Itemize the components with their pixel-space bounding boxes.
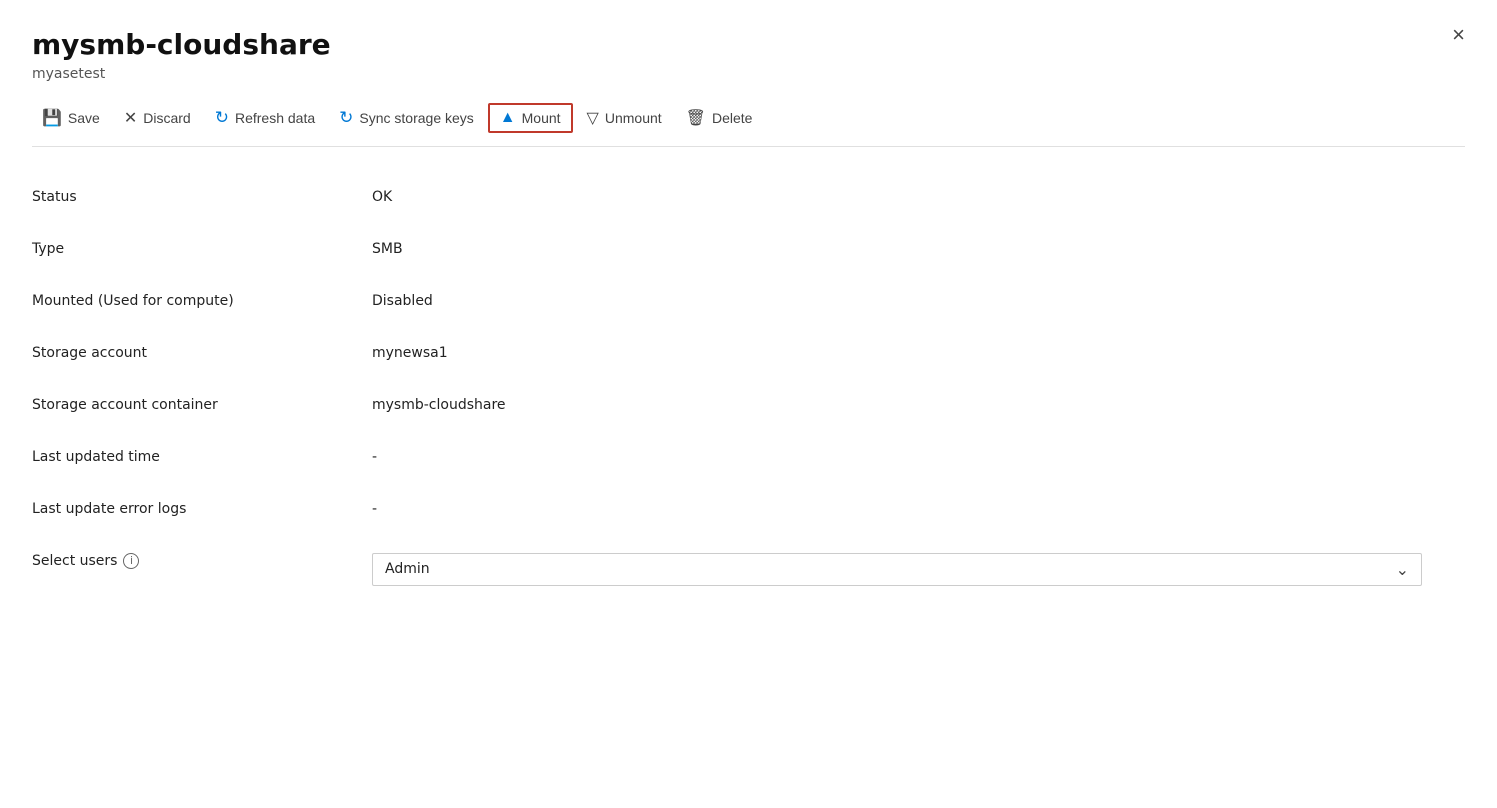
field-label-status: Status — [32, 189, 372, 205]
field-row-container: Storage account container mysmb-cloudsha… — [32, 379, 1465, 431]
discard-icon: ✕ — [124, 108, 137, 128]
field-row-mounted: Mounted (Used for compute) Disabled — [32, 275, 1465, 327]
unmount-icon: ▽ — [587, 108, 599, 128]
field-label-mounted: Mounted (Used for compute) — [32, 293, 372, 309]
field-value-mounted: Disabled — [372, 293, 1465, 309]
detail-panel: × mysmb-cloudshare myasetest 💾 Save ✕ Di… — [0, 0, 1497, 808]
field-value-last-updated: - — [372, 449, 1465, 465]
panel-subtitle: myasetest — [32, 66, 1465, 82]
unmount-button[interactable]: ▽ Unmount — [577, 102, 672, 134]
panel-title: mysmb-cloudshare — [32, 28, 1465, 62]
field-label-last-updated: Last updated time — [32, 449, 372, 465]
unmount-label: Unmount — [605, 110, 662, 126]
field-value-container: mysmb-cloudshare — [372, 397, 1465, 413]
sync-label: Sync storage keys — [359, 110, 473, 126]
field-row-last-updated: Last updated time - — [32, 431, 1465, 483]
field-label-container: Storage account container — [32, 397, 372, 413]
mount-label: Mount — [522, 110, 561, 126]
sync-storage-button[interactable]: ↻ Sync storage keys — [329, 102, 484, 134]
toolbar: 💾 Save ✕ Discard ↻ Refresh data ↻ Sync s… — [32, 102, 1465, 147]
discard-button[interactable]: ✕ Discard — [114, 102, 201, 134]
select-users-value: Admin — [385, 561, 430, 577]
field-label-type: Type — [32, 241, 372, 257]
field-label-error-logs: Last update error logs — [32, 501, 372, 517]
save-icon: 💾 — [42, 108, 62, 128]
field-row-status: Status OK — [32, 171, 1465, 223]
select-users-dropdown[interactable]: Admin ⌄ — [372, 553, 1422, 586]
select-users-container: Admin ⌄ — [372, 553, 1465, 586]
mount-icon: ▲ — [500, 109, 516, 127]
field-value-status: OK — [372, 189, 1465, 205]
chevron-down-icon: ⌄ — [1396, 560, 1409, 579]
refresh-icon: ↻ — [215, 108, 229, 128]
field-value-type: SMB — [372, 241, 1465, 257]
field-value-storage-account: mynewsa1 — [372, 345, 1465, 361]
refresh-label: Refresh data — [235, 110, 315, 126]
sync-icon: ↻ — [339, 108, 353, 128]
delete-label: Delete — [712, 110, 752, 126]
field-label-storage-account: Storage account — [32, 345, 372, 361]
save-label: Save — [68, 110, 100, 126]
field-row-storage-account: Storage account mynewsa1 — [32, 327, 1465, 379]
delete-button[interactable]: 🗑 Delete — [676, 102, 763, 134]
content-area: Status OK Type SMB Mounted (Used for com… — [32, 147, 1465, 610]
close-button[interactable]: × — [1452, 24, 1465, 46]
delete-icon: 🗑 — [686, 108, 706, 128]
save-button[interactable]: 💾 Save — [32, 102, 110, 134]
info-icon: i — [123, 553, 139, 569]
mount-button[interactable]: ▲ Mount — [488, 103, 573, 133]
field-row-error-logs: Last update error logs - — [32, 483, 1465, 535]
field-label-select-users: Select users i — [32, 553, 372, 569]
discard-label: Discard — [143, 110, 190, 126]
field-row-select-users: Select users i Admin ⌄ — [32, 535, 1465, 586]
field-row-type: Type SMB — [32, 223, 1465, 275]
field-value-error-logs: - — [372, 501, 1465, 517]
refresh-button[interactable]: ↻ Refresh data — [205, 102, 325, 134]
select-users-label: Select users — [32, 553, 117, 569]
